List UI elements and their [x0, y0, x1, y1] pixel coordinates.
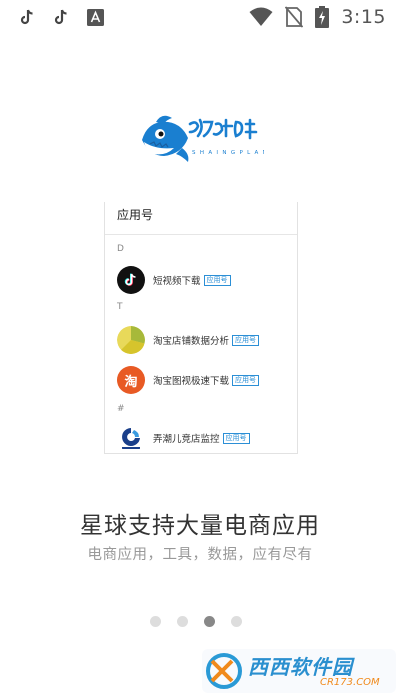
onboarding-headline: 星球支持大量电商应用	[80, 513, 320, 539]
app-row[interactable]: 淘 淘宝图视极速下载 应用号	[117, 366, 297, 394]
app-row[interactable]: 短视频下载 应用号	[117, 266, 297, 294]
app-name: 弄潮儿竞店监控	[153, 434, 220, 445]
tiktok-icon	[18, 8, 36, 26]
app-name: 短视频下载	[153, 276, 201, 287]
fish-logo: S H A I N G P L A N E T	[138, 110, 282, 166]
nongchaoer-icon	[117, 424, 145, 452]
wifi-icon	[249, 7, 273, 27]
app-tag-badge: 应用号	[222, 432, 250, 444]
tiktok-icon	[117, 266, 145, 294]
card-title: 应用号	[117, 208, 154, 222]
section-letter-t: T	[117, 302, 123, 312]
taobao-icon: 淘	[117, 366, 145, 394]
page-dot-active[interactable]	[204, 616, 215, 627]
section-letter-hash: #	[117, 404, 125, 414]
watermark-url: CR173.COM	[320, 677, 380, 688]
clock: 3:15	[341, 6, 386, 28]
svg-text:S H A I N G P L A N E T: S H A I N G P L A N E T	[192, 150, 264, 156]
tiktok-icon	[52, 8, 70, 26]
app-list-card: 应用号 D 短视频下载 应用号 T 淘宝店铺数据分析 应用号 淘 淘宝图视极速下…	[104, 202, 298, 454]
app-tag-badge: 应用号	[232, 334, 260, 346]
pie-chart-icon	[117, 326, 145, 354]
app-name: 淘宝店铺数据分析	[153, 336, 230, 347]
battery-charging-icon	[315, 6, 330, 28]
app-tag-badge: 应用号	[203, 274, 231, 286]
divider	[105, 234, 297, 235]
page-dot[interactable]	[231, 616, 242, 627]
section-letter-d: D	[117, 244, 124, 254]
no-sim-icon	[285, 6, 304, 28]
app-tag-badge: 应用号	[232, 374, 260, 386]
watermark-title: 西西软件园	[248, 655, 353, 679]
status-bar: 3:15	[0, 0, 400, 36]
app-row[interactable]: 淘宝店铺数据分析 应用号	[117, 326, 297, 354]
app-row[interactable]: 弄潮儿竞店监控 应用号	[117, 424, 297, 452]
pagination-dots	[150, 616, 242, 627]
font-a-icon	[86, 8, 104, 26]
page-dot[interactable]	[177, 616, 188, 627]
site-watermark: 西西软件园 CR173.COM	[202, 647, 396, 695]
app-name: 淘宝图视极速下载	[153, 376, 230, 387]
onboarding-subline: 电商应用，工具，数据，应有尽有	[87, 547, 313, 563]
page-dot[interactable]	[150, 616, 161, 627]
